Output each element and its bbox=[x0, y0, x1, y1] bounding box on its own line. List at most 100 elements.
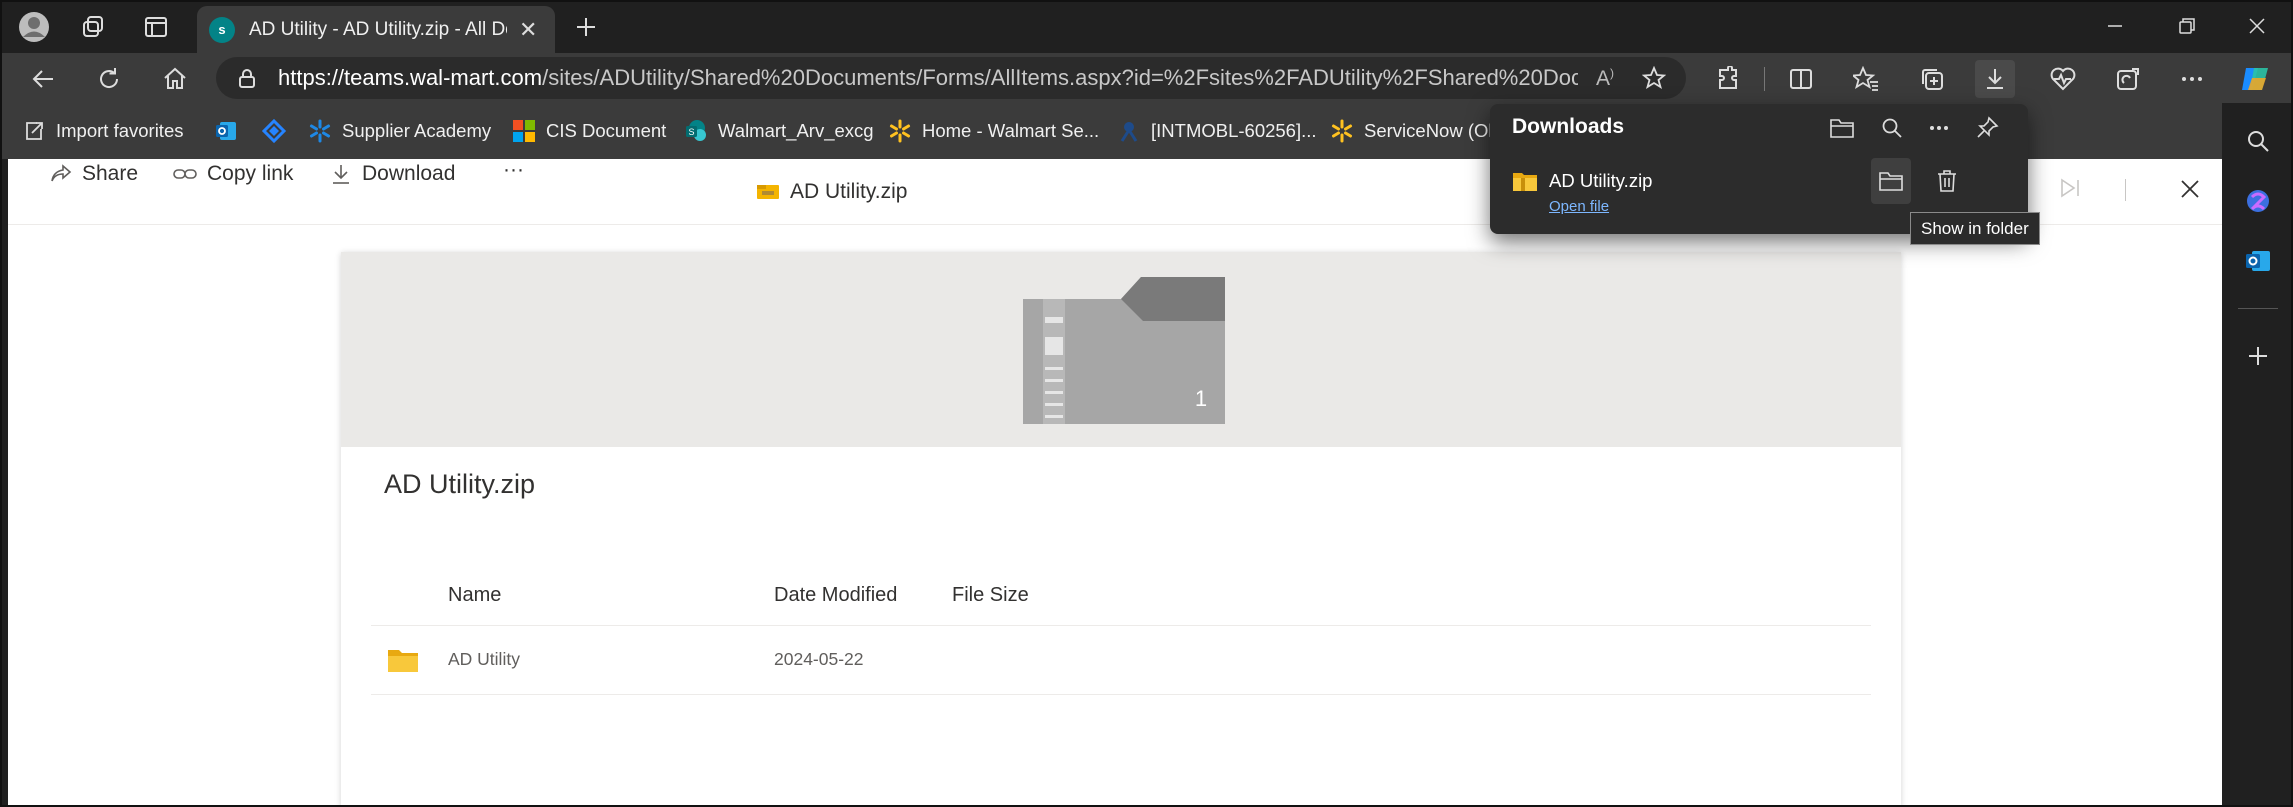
url-path: /sites/ADUtility/Shared%20Documents/Form… bbox=[542, 65, 1578, 90]
row-date-modified: 2024-05-22 bbox=[774, 649, 864, 669]
bookmark-label: CIS Document bbox=[546, 120, 667, 141]
bookmark-supplier-academy[interactable]: Supplier Academy bbox=[308, 117, 491, 145]
link-icon bbox=[173, 169, 197, 179]
copy-link-label: Copy link bbox=[207, 162, 294, 185]
copilot-compose-icon[interactable] bbox=[2108, 60, 2148, 98]
bookmark-label: Home - Walmart Se... bbox=[922, 120, 1100, 141]
document-title-text: AD Utility.zip bbox=[790, 180, 908, 203]
next-file-icon[interactable] bbox=[2058, 177, 2082, 199]
profile-avatar-icon[interactable] bbox=[16, 9, 52, 45]
lock-icon[interactable] bbox=[236, 67, 258, 89]
zip-file-icon bbox=[757, 185, 779, 199]
close-window-icon[interactable] bbox=[2232, 8, 2282, 44]
downloads-icon[interactable] bbox=[1975, 60, 2015, 98]
document-title: AD Utility.zip bbox=[756, 177, 907, 207]
extensions-icon[interactable] bbox=[1708, 60, 1748, 98]
pin-icon[interactable] bbox=[1970, 111, 2004, 145]
settings-more-icon[interactable] bbox=[2172, 60, 2212, 98]
edge-sidebar bbox=[2222, 103, 2293, 807]
collections-icon[interactable] bbox=[1912, 60, 1952, 98]
url-text[interactable]: https://teams.wal-mart.com/sites/ADUtili… bbox=[278, 65, 1578, 91]
row-divider bbox=[371, 694, 1871, 695]
tab-close-icon[interactable]: ✕ bbox=[519, 17, 537, 43]
copy-link-button[interactable]: Copy link bbox=[173, 159, 293, 189]
bookmark-outlook[interactable] bbox=[214, 117, 248, 145]
trash-icon bbox=[1938, 170, 1956, 192]
download-button[interactable]: Download bbox=[330, 159, 455, 189]
refresh-icon[interactable] bbox=[91, 61, 127, 97]
search-downloads-icon[interactable] bbox=[1875, 111, 1909, 145]
bookmark-jira[interactable] bbox=[262, 117, 296, 145]
column-header-name[interactable]: Name bbox=[448, 584, 501, 607]
browser-essentials-icon[interactable] bbox=[2043, 60, 2083, 98]
jira-icon bbox=[262, 119, 286, 143]
table-row[interactable] bbox=[371, 626, 1871, 694]
more-label: ··· bbox=[503, 158, 524, 181]
bookmark-import-favorites[interactable]: Import favorites bbox=[22, 117, 184, 145]
sidebar-outlook-icon[interactable] bbox=[2240, 243, 2276, 279]
zip-folder-icon: 1 bbox=[1023, 277, 1225, 424]
navigation-bar: https://teams.wal-mart.com/sites/ADUtili… bbox=[0, 53, 2293, 103]
url-host: https://teams.wal-mart.com bbox=[278, 65, 543, 90]
favorites-icon[interactable] bbox=[1846, 60, 1886, 98]
home-icon[interactable] bbox=[157, 61, 193, 97]
downloads-title: Downloads bbox=[1512, 115, 1625, 138]
copilot-icon[interactable] bbox=[2236, 60, 2276, 98]
new-tab-icon[interactable] bbox=[568, 9, 604, 45]
downloads-more-icon[interactable] bbox=[1922, 111, 1956, 145]
share-button[interactable]: Share bbox=[50, 159, 138, 189]
folder-icon bbox=[388, 650, 418, 672]
row-name[interactable]: AD Utility bbox=[448, 649, 520, 670]
download-label: Download bbox=[362, 162, 456, 185]
sidebar-copilot-icon[interactable] bbox=[2240, 183, 2276, 219]
folder-open-icon bbox=[1879, 172, 1903, 191]
delete-download-button[interactable] bbox=[1927, 158, 1967, 204]
download-file-name: AD Utility.zip bbox=[1549, 170, 1653, 191]
bookmark-label: [INTMOBL-60256]... bbox=[1151, 120, 1317, 141]
vertical-tabs-icon[interactable] bbox=[138, 9, 174, 45]
bookmark-home-walmart[interactable]: Home - Walmart Se... bbox=[888, 117, 1099, 145]
read-aloud-icon[interactable]: A) bbox=[1596, 66, 1614, 91]
address-bar[interactable]: https://teams.wal-mart.com/sites/ADUtili… bbox=[216, 57, 1686, 99]
share-icon bbox=[51, 164, 72, 182]
sidebar-search-icon[interactable] bbox=[2240, 123, 2276, 159]
command-divider bbox=[2125, 179, 2126, 201]
outlook-icon bbox=[214, 119, 238, 143]
close-preview-icon[interactable] bbox=[2180, 179, 2200, 199]
split-screen-icon[interactable] bbox=[1781, 60, 1821, 98]
minimize-icon[interactable] bbox=[2090, 8, 2140, 44]
title-bar: s AD Utility - AD Utility.zip - All Do ✕ bbox=[0, 0, 2293, 53]
open-downloads-folder-icon[interactable] bbox=[1825, 111, 1859, 145]
bookmark-walmart-arv-excg[interactable]: S Walmart_Arv_excg bbox=[684, 117, 874, 145]
microsoft-icon bbox=[512, 119, 536, 143]
open-file-link[interactable]: Open file bbox=[1549, 198, 1609, 215]
bookmark-label: Supplier Academy bbox=[342, 120, 492, 141]
show-in-folder-button[interactable] bbox=[1871, 158, 1911, 204]
download-icon bbox=[333, 165, 349, 184]
svg-text:S: S bbox=[688, 127, 694, 137]
sharepoint-icon: S bbox=[684, 119, 708, 143]
favorite-star-icon[interactable] bbox=[1642, 66, 1666, 90]
import-icon bbox=[22, 119, 46, 143]
page-content: Share Copy link Download ··· AD Utility.… bbox=[8, 158, 2222, 807]
column-header-date-modified[interactable]: Date Modified bbox=[774, 584, 897, 607]
column-header-file-size[interactable]: File Size bbox=[952, 584, 1029, 607]
back-icon[interactable] bbox=[25, 61, 61, 97]
bookmark-intmobl[interactable]: [INTMOBL-60256]... bbox=[1117, 117, 1317, 145]
bookmark-cis-document[interactable]: CIS Document bbox=[512, 117, 666, 145]
zip-name-heading: AD Utility.zip bbox=[384, 469, 536, 499]
walmart-spark-icon bbox=[1330, 119, 1354, 143]
zip-thumbnail-area: 1 bbox=[341, 252, 1901, 447]
restore-icon[interactable] bbox=[2162, 8, 2212, 44]
active-tab[interactable]: s AD Utility - AD Utility.zip - All Do ✕ bbox=[197, 6, 555, 53]
sidebar-add-icon[interactable] bbox=[2240, 338, 2276, 374]
bookmark-label: ServiceNow (Ol bbox=[1364, 120, 1493, 141]
workspaces-icon[interactable] bbox=[76, 9, 112, 45]
walmart-spark-icon bbox=[308, 119, 332, 143]
walmart-spark-icon bbox=[888, 119, 912, 143]
bookmark-label: Walmart_Arv_excg bbox=[718, 120, 874, 141]
show-in-folder-tooltip: Show in folder bbox=[1910, 212, 2040, 245]
jira-icon bbox=[1117, 119, 1141, 143]
more-actions-button[interactable]: ··· bbox=[503, 155, 524, 185]
bookmark-servicenow[interactable]: ServiceNow (Ol bbox=[1330, 117, 1493, 145]
